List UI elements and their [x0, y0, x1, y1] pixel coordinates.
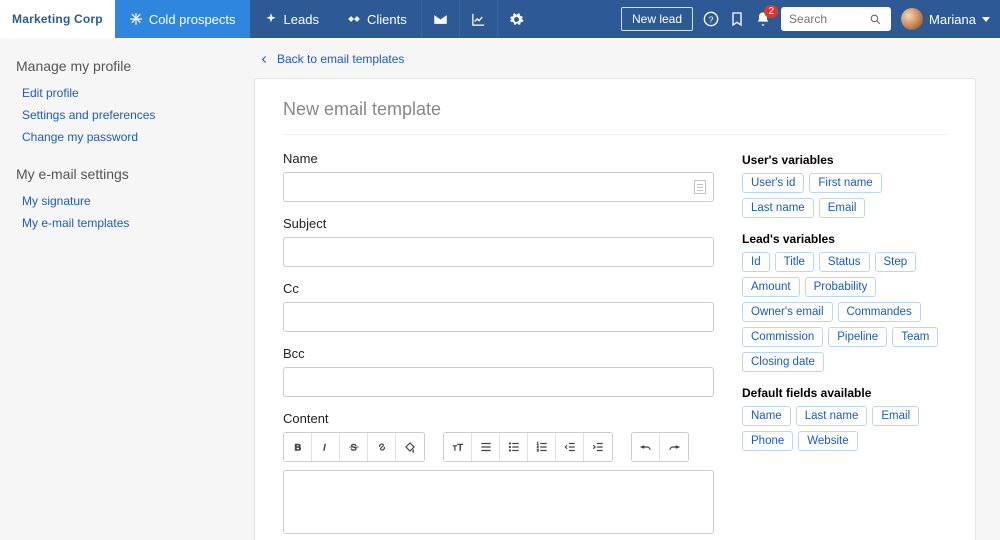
content-editor[interactable] [283, 470, 714, 534]
lead-var-chip-5[interactable]: Probability [805, 277, 877, 297]
mail-icon[interactable] [421, 0, 459, 38]
nav-tabs: Cold prospects Leads Clients [115, 0, 421, 38]
sidebar-link-change-password[interactable]: Change my password [22, 126, 214, 148]
svg-text:S: S [350, 443, 356, 453]
lead-var-chip-8[interactable]: Commission [742, 327, 823, 347]
italic-button[interactable]: I [312, 433, 340, 461]
new-lead-button[interactable]: New lead [621, 7, 693, 31]
sidebar-link-signature[interactable]: My signature [22, 190, 214, 212]
notification-badge: 2 [764, 5, 778, 18]
sparkle-icon [264, 12, 278, 26]
tab-leads[interactable]: Leads [250, 0, 333, 38]
user-var-chip-3[interactable]: Email [819, 198, 866, 218]
svg-text:T: T [457, 443, 463, 453]
default-var-chip-0[interactable]: Name [742, 406, 791, 426]
avatar [901, 8, 923, 30]
bcc-input[interactable] [283, 367, 714, 397]
iconbar [421, 0, 535, 38]
default-vars-heading: Default fields available [742, 386, 947, 400]
list-ul-button[interactable] [500, 433, 528, 461]
label-name: Name [283, 151, 714, 166]
main: Back to email templates New email templa… [230, 38, 1000, 540]
textsize-button[interactable]: TT [444, 433, 472, 461]
fill-button[interactable] [396, 433, 424, 461]
lead-var-chip-11[interactable]: Closing date [742, 352, 824, 372]
brand-logo[interactable]: Marketing Corp [0, 0, 115, 38]
card: New email template Name Subject [254, 78, 976, 540]
user-var-chip-0[interactable]: User's id [742, 173, 804, 193]
notifications-icon[interactable]: 2 [755, 11, 771, 27]
label-subject: Subject [283, 216, 714, 231]
svg-text:I: I [323, 443, 326, 453]
snowflake-icon [129, 12, 143, 26]
topbar: Marketing Corp Cold prospects Leads Clie… [0, 0, 1000, 38]
indent-button[interactable] [584, 433, 612, 461]
user-vars-heading: User's variables [742, 153, 947, 167]
svg-text:3: 3 [536, 449, 538, 453]
cc-input[interactable] [283, 302, 714, 332]
notes-icon[interactable] [694, 180, 706, 194]
lead-var-chip-10[interactable]: Team [892, 327, 938, 347]
lead-var-chip-9[interactable]: Pipeline [828, 327, 887, 347]
sidebar: Manage my profile Edit profile Settings … [0, 38, 230, 540]
search-input[interactable] [789, 12, 869, 26]
user-var-chip-2[interactable]: Last name [742, 198, 814, 218]
svg-text:?: ? [709, 14, 714, 24]
search-box[interactable] [781, 7, 891, 31]
sidebar-heading-email: My e-mail settings [16, 166, 214, 182]
username: Mariana [929, 12, 976, 27]
sidebar-link-settings[interactable]: Settings and preferences [22, 104, 214, 126]
sidebar-link-edit-profile[interactable]: Edit profile [22, 82, 214, 104]
list-ol-button[interactable]: 123 [528, 433, 556, 461]
redo-button[interactable] [660, 433, 688, 461]
handshake-icon [347, 12, 361, 26]
undo-button[interactable] [632, 433, 660, 461]
default-var-chip-1[interactable]: Last name [796, 406, 868, 426]
user-var-chip-1[interactable]: First name [809, 173, 881, 193]
user-menu[interactable]: Mariana [901, 8, 990, 30]
strike-button[interactable]: S [340, 433, 368, 461]
default-var-chip-2[interactable]: Email [872, 406, 919, 426]
lead-var-chip-7[interactable]: Commandes [838, 302, 921, 322]
card-title: New email template [283, 99, 947, 135]
chevron-down-icon [982, 17, 990, 22]
lead-var-chip-6[interactable]: Owner's email [742, 302, 833, 322]
editor-toolbar: B I S TT 123 [283, 432, 714, 462]
sidebar-heading-profile: Manage my profile [16, 58, 214, 74]
tab-cold-prospects[interactable]: Cold prospects [115, 0, 250, 38]
subject-input[interactable] [283, 237, 714, 267]
lead-var-chip-1[interactable]: Title [775, 252, 814, 272]
back-link[interactable]: Back to email templates [260, 52, 976, 66]
link-button[interactable] [368, 433, 396, 461]
label-cc: Cc [283, 281, 714, 296]
variables-panel: User's variables User's idFirst name Last… [742, 151, 947, 540]
outdent-button[interactable] [556, 433, 584, 461]
bold-button[interactable]: B [284, 433, 312, 461]
tab-clients[interactable]: Clients [333, 0, 421, 38]
chevron-left-icon [260, 55, 269, 64]
lead-var-chip-4[interactable]: Amount [742, 277, 800, 297]
name-input[interactable] [283, 172, 714, 202]
lead-var-chip-0[interactable]: Id [742, 252, 770, 272]
gear-icon[interactable] [497, 0, 535, 38]
sidebar-link-email-templates[interactable]: My e-mail templates [22, 212, 214, 234]
lead-vars-heading: Lead's variables [742, 232, 947, 246]
lead-var-chip-2[interactable]: Status [819, 252, 870, 272]
chart-icon[interactable] [459, 0, 497, 38]
label-bcc: Bcc [283, 346, 714, 361]
default-var-chip-3[interactable]: Phone [742, 431, 793, 451]
lead-var-chip-3[interactable]: Step [875, 252, 917, 272]
svg-text:B: B [294, 443, 301, 453]
label-content: Content [283, 411, 714, 426]
topbar-right: New lead ? 2 Mariana [611, 0, 1000, 38]
align-button[interactable] [472, 433, 500, 461]
help-icon[interactable]: ? [703, 11, 719, 27]
search-icon [869, 13, 882, 26]
bookmark-icon[interactable] [729, 11, 745, 27]
default-var-chip-4[interactable]: Website [798, 431, 857, 451]
